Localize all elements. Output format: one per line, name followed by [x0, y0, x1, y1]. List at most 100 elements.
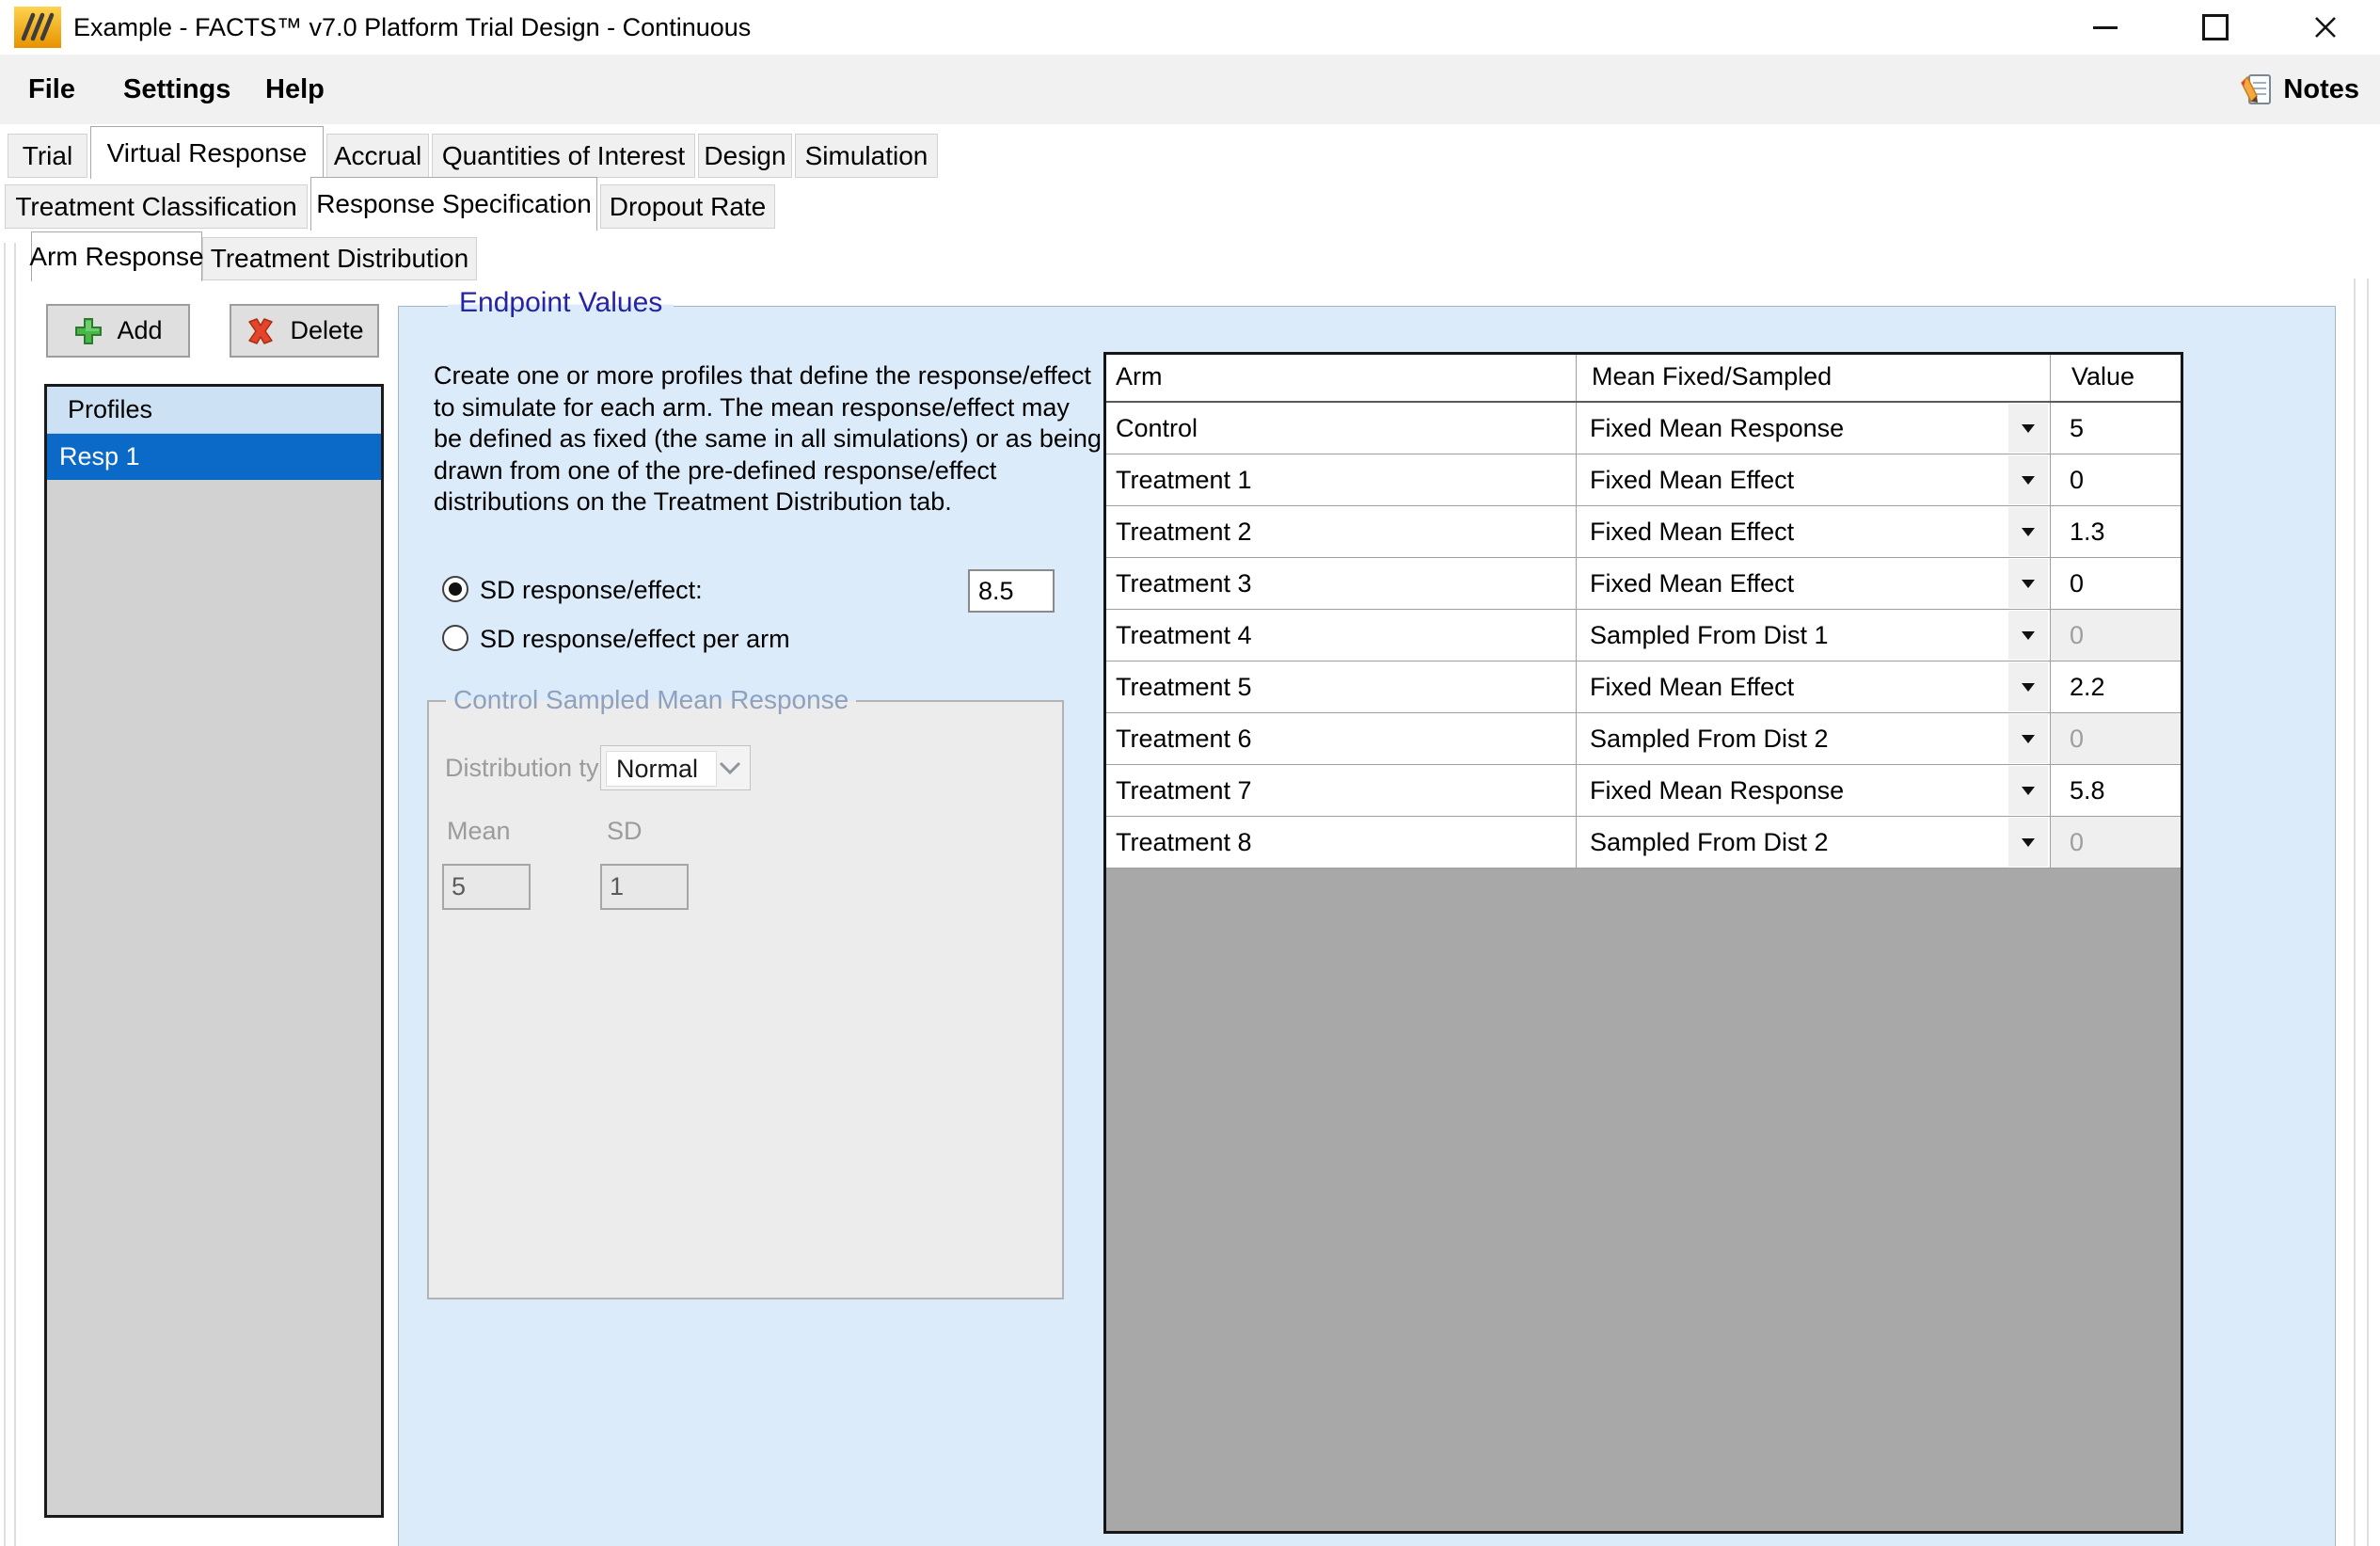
arm-cell: Treatment 6: [1106, 713, 1577, 765]
sd-response-radio[interactable]: [442, 576, 468, 602]
tab-response-specification[interactable]: Response Specification: [310, 177, 597, 231]
mode-value: Fixed Mean Response: [1577, 414, 2008, 443]
profile-item-resp1[interactable]: Resp 1: [47, 434, 381, 480]
table-row: Treatment 5 Fixed Mean Effect 2.2: [1106, 661, 2181, 713]
menu-settings[interactable]: Settings: [123, 55, 230, 124]
tab-treatment-classification[interactable]: Treatment Classification: [5, 184, 308, 229]
tab-arm-response[interactable]: Arm Response: [31, 231, 202, 281]
arm-cell: Control: [1106, 403, 1577, 454]
add-icon: [73, 316, 103, 346]
dropdown-button[interactable]: [2008, 404, 2048, 453]
table-header-row: Arm Mean Fixed/Sampled Value: [1106, 355, 2181, 403]
tab-treatment-distribution[interactable]: Treatment Distribution: [202, 237, 477, 280]
table-row: Treatment 6 Sampled From Dist 2 0: [1106, 713, 2181, 765]
title-bar: Example - FACTS™ v7.0 Platform Trial Des…: [0, 0, 2380, 55]
dropdown-button[interactable]: [2008, 714, 2048, 763]
mode-cell[interactable]: Fixed Mean Effect: [1577, 661, 2051, 713]
dropdown-button[interactable]: [2008, 818, 2048, 867]
window-title: Example - FACTS™ v7.0 Platform Trial Des…: [73, 0, 751, 55]
sd-response-input[interactable]: 8.5: [968, 569, 1055, 613]
mode-cell[interactable]: Fixed Mean Effect: [1577, 558, 2051, 610]
tab-virtual-response[interactable]: Virtual Response: [90, 126, 324, 179]
value-cell[interactable]: 5: [2051, 403, 2181, 454]
table-row: Treatment 8 Sampled From Dist 2 0: [1106, 817, 2181, 869]
add-label: Add: [117, 316, 162, 345]
tab-dropout-rate[interactable]: Dropout Rate: [600, 184, 775, 229]
sd-per-arm-radio[interactable]: [442, 625, 468, 651]
distribution-type-select: Normal: [600, 745, 751, 790]
left-panel-edge-inner: [14, 243, 16, 1546]
close-button[interactable]: [2270, 0, 2380, 55]
tab-accrual[interactable]: Accrual: [326, 134, 429, 178]
delete-icon: [245, 316, 277, 346]
profiles-header: Profiles: [47, 387, 381, 434]
dropdown-button[interactable]: [2008, 611, 2048, 660]
mode-cell[interactable]: Fixed Mean Effect: [1577, 506, 2051, 558]
add-button[interactable]: Add: [46, 304, 190, 358]
dropdown-button[interactable]: [2008, 455, 2048, 504]
tab-design[interactable]: Design: [698, 134, 792, 178]
tab-simulation[interactable]: Simulation: [795, 134, 938, 178]
dropdown-button[interactable]: [2008, 662, 2048, 711]
minimize-button[interactable]: [2050, 0, 2160, 55]
mode-cell[interactable]: Fixed Mean Response: [1577, 765, 2051, 817]
delete-label: Delete: [290, 316, 363, 345]
endpoint-table: Arm Mean Fixed/Sampled Value Control Fix…: [1103, 352, 2183, 1534]
value-cell[interactable]: 0: [2051, 454, 2181, 506]
dropdown-button[interactable]: [2008, 559, 2048, 608]
menu-file[interactable]: File: [28, 55, 75, 124]
endpoint-values-title: Endpoint Values: [448, 287, 674, 319]
tab-quantities-of-interest[interactable]: Quantities of Interest: [432, 134, 695, 178]
arm-cell: Treatment 7: [1106, 765, 1577, 817]
col-header-arm: Arm: [1106, 355, 1577, 401]
mode-cell[interactable]: Fixed Mean Response: [1577, 403, 2051, 454]
dropdown-button[interactable]: [2008, 766, 2048, 815]
value-cell[interactable]: 1.3: [2051, 506, 2181, 558]
mode-cell[interactable]: Fixed Mean Effect: [1577, 454, 2051, 506]
mode-value: Fixed Mean Effect: [1577, 673, 2008, 702]
mode-cell[interactable]: Sampled From Dist 2: [1577, 817, 2051, 869]
dropdown-arrow-icon: [2022, 787, 2035, 795]
mode-value: Sampled From Dist 2: [1577, 828, 2008, 857]
sd-label: SD: [607, 817, 643, 846]
dropdown-arrow-icon: [2022, 735, 2035, 743]
app-icon: [14, 7, 61, 48]
value-cell[interactable]: 2.2: [2051, 661, 2181, 713]
sd-response-radio-label[interactable]: SD response/effect:: [480, 577, 703, 603]
dropdown-arrow-icon: [2022, 838, 2035, 847]
table-row: Treatment 1 Fixed Mean Effect 0: [1106, 454, 2181, 506]
sd-field: 1: [600, 864, 689, 910]
value-cell[interactable]: 0: [2051, 558, 2181, 610]
value-cell[interactable]: 5.8: [2051, 765, 2181, 817]
maximize-button[interactable]: [2160, 0, 2270, 55]
sd-per-arm-radio-label[interactable]: SD response/effect per arm: [480, 626, 790, 652]
value-cell-disabled: 0: [2051, 610, 2181, 661]
arm-cell: Treatment 4: [1106, 610, 1577, 661]
mean-label: Mean: [447, 817, 511, 846]
col-header-mode: Mean Fixed/Sampled: [1577, 355, 2051, 401]
dropdown-arrow-icon: [2022, 476, 2035, 485]
close-icon: [2312, 14, 2339, 40]
tab-trial[interactable]: Trial: [8, 134, 87, 178]
control-sampled-title: Control Sampled Mean Response: [446, 685, 856, 715]
dropdown-arrow-icon: [2022, 580, 2035, 588]
dropdown-arrow-icon: [2022, 683, 2035, 692]
control-sampled-group: Control Sampled Mean Response Distributi…: [427, 700, 1064, 1299]
dropdown-arrow-icon: [2022, 528, 2035, 536]
notes-button[interactable]: Notes: [2238, 55, 2359, 124]
menu-help[interactable]: Help: [265, 55, 325, 124]
endpoint-values-group: Endpoint Values Create one or more profi…: [398, 306, 2336, 1546]
arm-cell: Treatment 2: [1106, 506, 1577, 558]
notes-label: Notes: [2283, 74, 2359, 105]
mode-cell[interactable]: Sampled From Dist 2: [1577, 713, 2051, 765]
table-row: Treatment 4 Sampled From Dist 1 0: [1106, 610, 2181, 661]
arm-cell: Treatment 8: [1106, 817, 1577, 869]
table-row: Treatment 7 Fixed Mean Response 5.8: [1106, 765, 2181, 817]
arm-cell: Treatment 1: [1106, 454, 1577, 506]
mode-cell[interactable]: Sampled From Dist 1: [1577, 610, 2051, 661]
arm-cell: Treatment 3: [1106, 558, 1577, 610]
delete-button[interactable]: Delete: [230, 304, 379, 358]
distribution-type-value: Normal: [606, 751, 717, 787]
mode-value: Sampled From Dist 1: [1577, 621, 2008, 650]
dropdown-button[interactable]: [2008, 507, 2048, 556]
